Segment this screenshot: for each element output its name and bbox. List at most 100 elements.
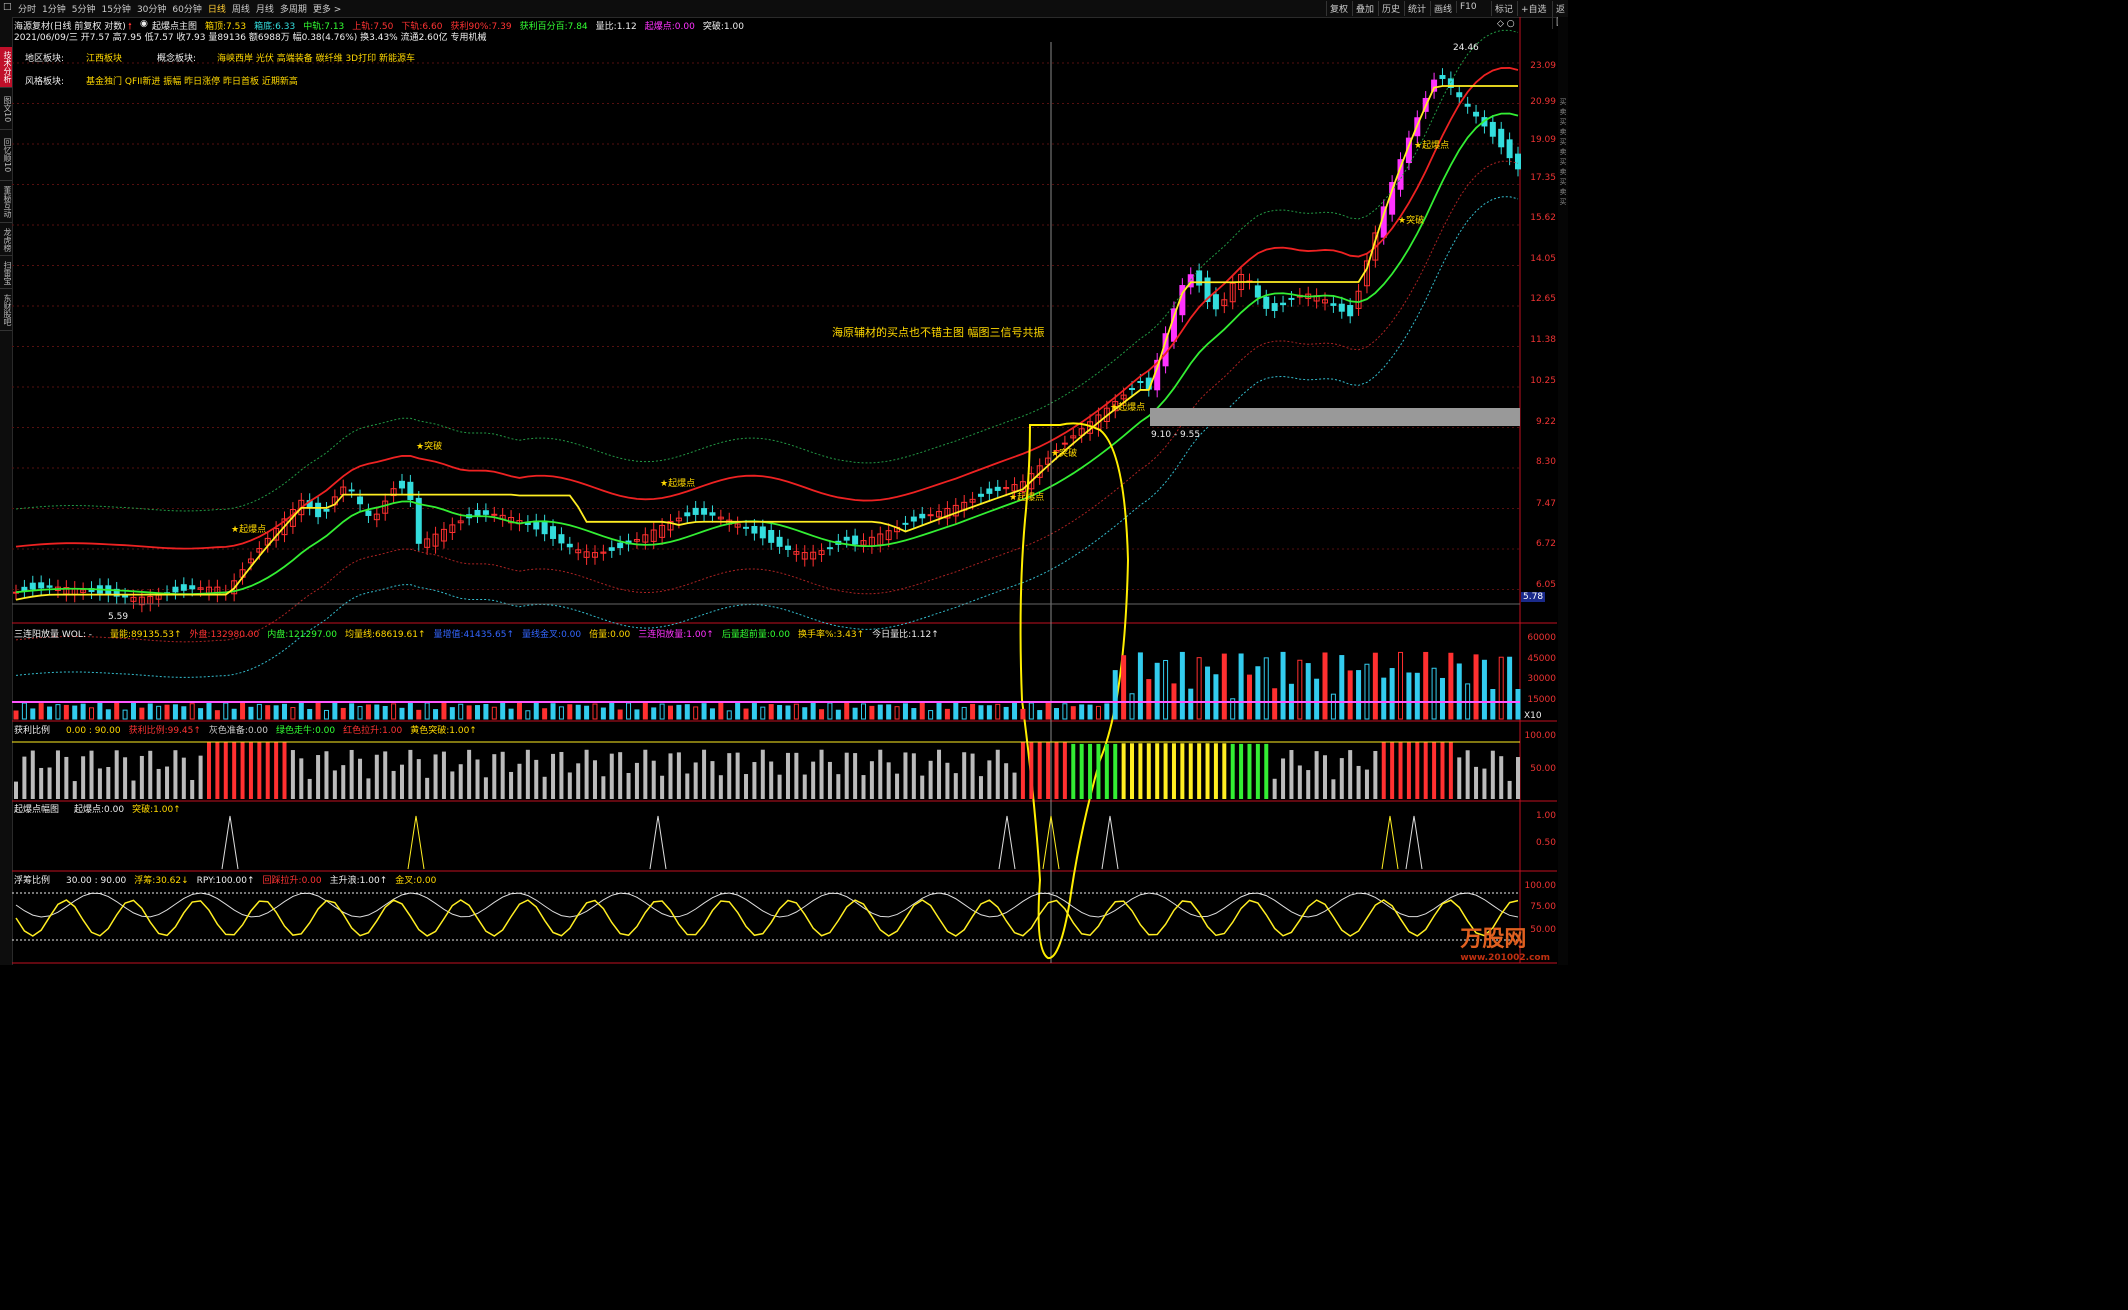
- profit-bar: [744, 774, 749, 799]
- volume-bar: [1297, 659, 1303, 720]
- volume-bar: [1263, 657, 1269, 720]
- profit-bar: [341, 765, 346, 799]
- profit-bar: [1331, 779, 1336, 799]
- volume-bar: [726, 710, 732, 720]
- field-0: 30.00 : 90.00: [66, 876, 127, 886]
- ignite-spike: [1101, 815, 1119, 870]
- volume-bar: [189, 703, 195, 720]
- candle-body: [46, 585, 53, 588]
- volume-bar: [357, 706, 363, 720]
- candle-body: [474, 509, 481, 517]
- profit-bar: [978, 776, 983, 799]
- volume-bar: [256, 703, 262, 720]
- float-rpy-line: [15, 892, 1519, 918]
- volume-bar: [1154, 662, 1160, 720]
- volume-bar: [1431, 667, 1437, 720]
- volume-bar: [1087, 704, 1093, 720]
- volume-panel-title[interactable]: 三连阳放量 WOL: -: [14, 627, 92, 640]
- field-4: 主升浪:1.00↑: [329, 876, 388, 886]
- candle-body: [617, 542, 624, 549]
- profit-bar: [1029, 742, 1034, 799]
- volume-bar: [819, 709, 825, 720]
- profit-bar: [920, 775, 925, 799]
- candle-body: [1254, 285, 1261, 298]
- candle-body: [1515, 153, 1521, 170]
- profit-bar: [1323, 755, 1328, 799]
- profit-bar: [1197, 743, 1202, 799]
- volume-bar: [508, 708, 514, 720]
- profit-bar: [1398, 742, 1403, 799]
- volume-bar: [827, 702, 833, 720]
- profit-bar: [89, 750, 94, 799]
- profit-bar: [97, 768, 102, 799]
- volume-bar: [475, 705, 481, 720]
- volume-bar: [533, 702, 539, 720]
- candle-body: [1498, 128, 1505, 148]
- candle-body: [1288, 297, 1295, 300]
- volume-bar: [970, 703, 976, 720]
- volume-bar: [1028, 702, 1034, 720]
- volume-bar: [1129, 693, 1135, 720]
- ignite-panel-title[interactable]: 起爆点幅图: [14, 802, 59, 815]
- profit-bar: [492, 754, 497, 799]
- candle-body: [29, 582, 36, 590]
- profit-bar: [1037, 742, 1042, 799]
- volume-bar: [1112, 670, 1118, 720]
- profit-bar: [81, 756, 86, 799]
- field-4: 量增值:41435.65↑: [433, 630, 515, 640]
- profit-bar: [685, 773, 690, 799]
- volume-bar: [399, 707, 405, 720]
- profit-bar: [1213, 743, 1218, 799]
- volume-bar: [1347, 670, 1353, 720]
- profit-bar: [970, 753, 975, 799]
- profit-bar: [592, 760, 597, 799]
- profit-panel-title[interactable]: 获利比例: [14, 723, 50, 736]
- volume-bar: [1255, 666, 1261, 720]
- profit-bar: [827, 761, 832, 799]
- profit-bar: [576, 763, 581, 799]
- axis-label: 0.50: [1535, 838, 1556, 848]
- volume-bar: [1188, 688, 1194, 720]
- volume-bar: [550, 703, 556, 720]
- kline-chart[interactable]: [0, 0, 1568, 965]
- volume-bar: [810, 702, 816, 720]
- volume-bar: [1330, 693, 1336, 720]
- profit-bar: [1180, 743, 1185, 799]
- volume-bar: [978, 705, 984, 720]
- profit-bar: [1348, 750, 1353, 799]
- volume-bar: [877, 704, 883, 720]
- profit-bar: [475, 759, 480, 799]
- profit-bar: [131, 780, 136, 799]
- profit-bar: [72, 781, 77, 799]
- volume-bar: [491, 706, 497, 720]
- profit-bar: [1390, 742, 1395, 799]
- profit-bar: [55, 750, 60, 799]
- profit-bar: [198, 755, 203, 799]
- candle-body: [550, 526, 557, 539]
- volume-bar: [298, 702, 304, 720]
- profit-bar: [383, 751, 388, 799]
- profit-bar: [995, 749, 1000, 799]
- candle-body: [1439, 75, 1446, 79]
- volume-bar: [1515, 689, 1521, 720]
- profit-bar: [844, 752, 849, 799]
- volume-bar: [944, 708, 950, 720]
- volume-bar: [684, 704, 690, 720]
- profit-bar: [886, 762, 891, 799]
- candle-body: [1456, 92, 1463, 98]
- profit-bar: [500, 751, 505, 799]
- volume-bar: [139, 707, 145, 720]
- volume-bar: [793, 703, 799, 720]
- candle-body: [541, 521, 548, 535]
- volume-bar: [1062, 703, 1068, 720]
- profit-bar: [861, 775, 866, 799]
- profit-bar: [1516, 757, 1520, 799]
- axis-label: 45000: [1527, 654, 1556, 664]
- profit-bar: [643, 749, 648, 799]
- volume-bar: [642, 702, 648, 720]
- candle-body: [902, 522, 909, 525]
- volume-bar: [433, 709, 439, 720]
- volume-bar: [986, 705, 992, 720]
- float-panel-title[interactable]: 浮筹比例: [14, 873, 50, 886]
- volume-bar: [198, 708, 204, 720]
